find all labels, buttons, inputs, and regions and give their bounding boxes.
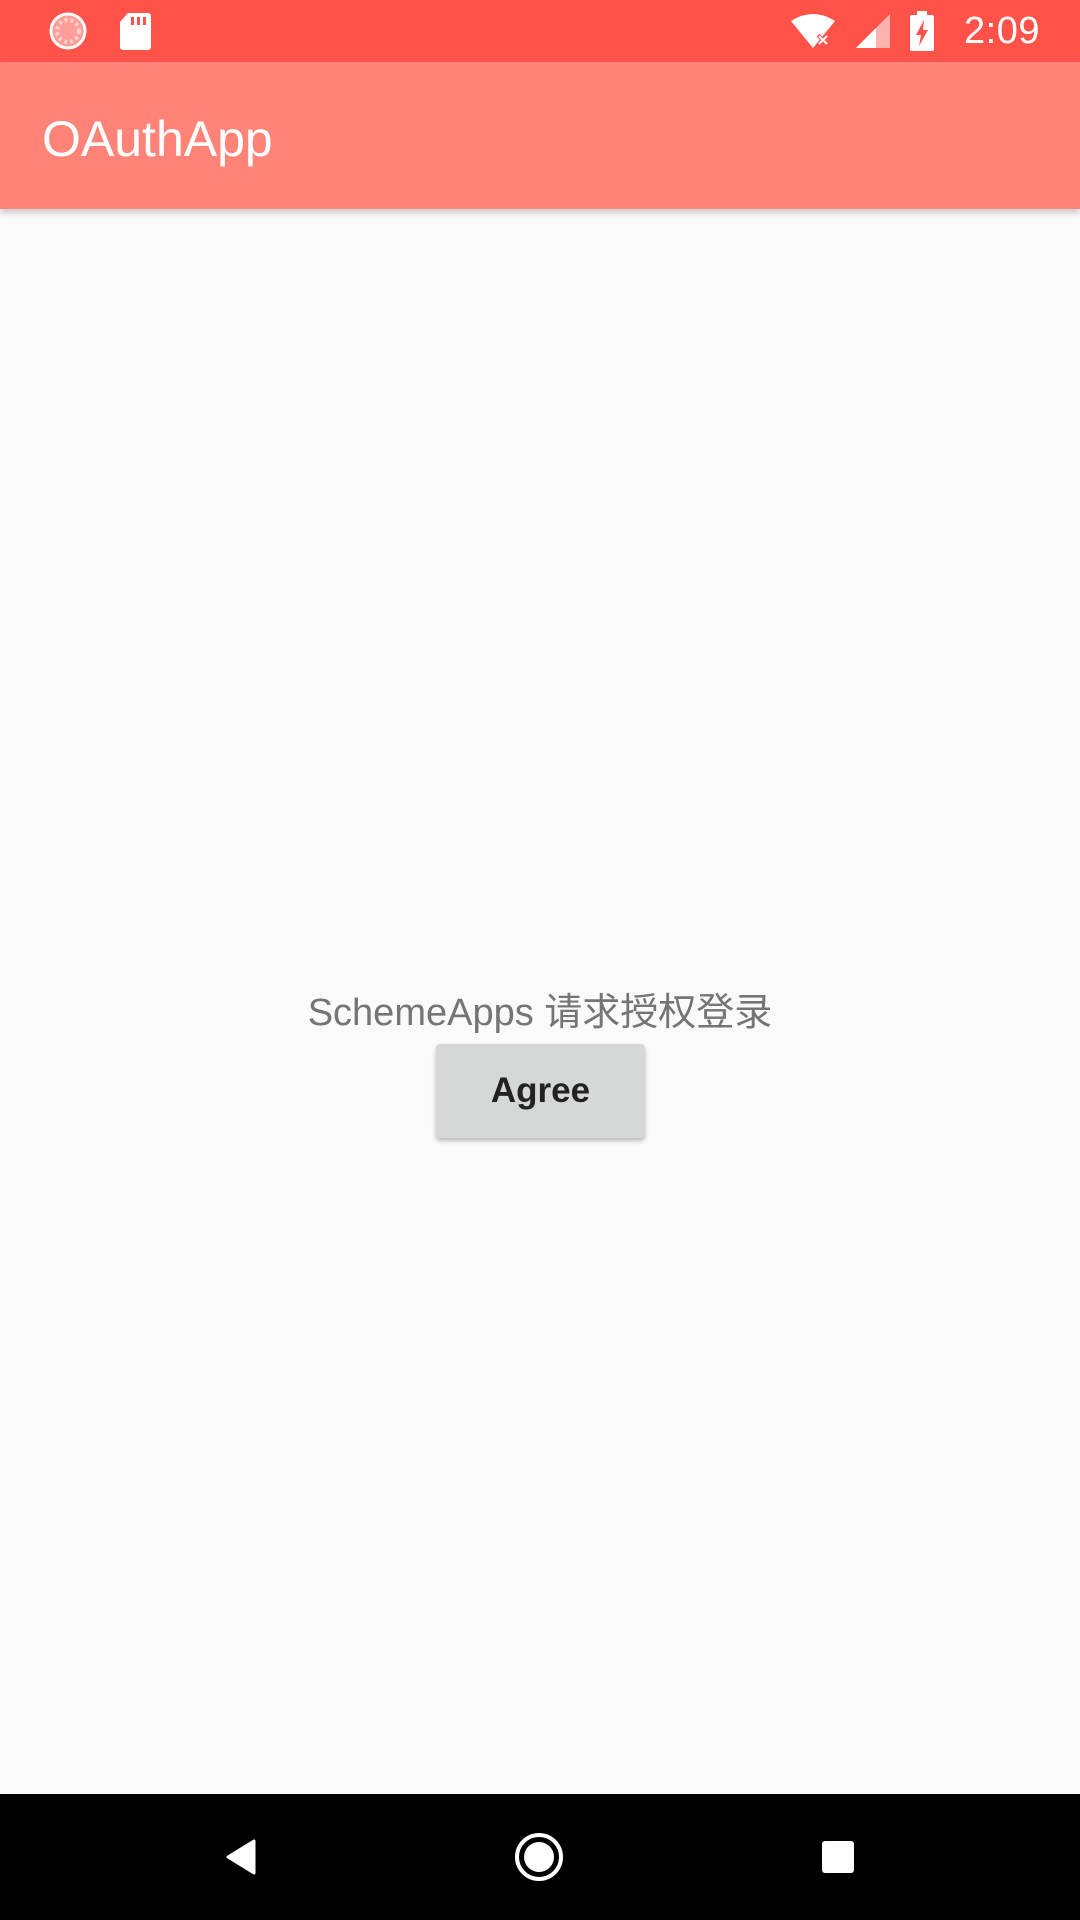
app-title: OAuthApp xyxy=(42,111,273,167)
home-icon xyxy=(513,1831,565,1883)
main-content: SchemeApps 请求授权登录 Agree xyxy=(0,209,1080,1794)
back-icon xyxy=(222,1837,258,1877)
loading-circle-icon xyxy=(48,11,88,51)
status-right-icons: 2:09 xyxy=(790,8,1040,54)
status-time: 2:09 xyxy=(964,9,1040,52)
authorization-prompt: SchemeApps 请求授权登录 xyxy=(307,992,773,1034)
cell-signal-icon xyxy=(854,12,892,50)
recents-icon xyxy=(820,1839,856,1875)
app-bar: OAuthApp xyxy=(0,62,1080,209)
home-button[interactable] xyxy=(506,1824,572,1890)
recents-button[interactable] xyxy=(805,1824,871,1890)
battery-charging-icon xyxy=(910,11,935,51)
navigation-bar xyxy=(0,1794,1080,1920)
back-button[interactable] xyxy=(207,1824,273,1890)
agree-button[interactable]: Agree xyxy=(436,1044,645,1138)
wifi-no-internet-icon xyxy=(790,13,836,49)
screen: 2:09 OAuthApp SchemeApps 请求授权登录 Agree xyxy=(0,0,1080,1920)
status-left-icons xyxy=(48,11,152,51)
sd-card-icon xyxy=(118,11,152,51)
status-bar: 2:09 xyxy=(0,0,1080,62)
